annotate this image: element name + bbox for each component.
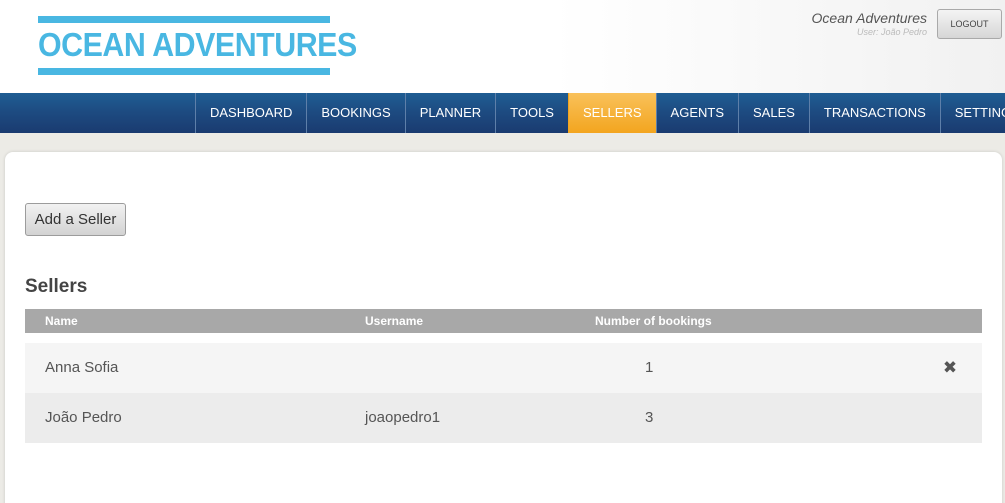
section-title: Sellers	[25, 276, 88, 297]
account-info: Ocean Adventures User: João Pedro	[812, 10, 927, 38]
seller-bookings: 3	[645, 409, 654, 426]
logo-top-bar	[38, 16, 330, 23]
header-username[interactable]: Username	[365, 314, 423, 328]
table-header: Name Username Number of bookings	[25, 309, 982, 333]
nav-planner[interactable]: PLANNER	[404, 93, 495, 133]
nav-sellers[interactable]: SELLERS	[567, 93, 656, 133]
ocean-adventures-logo[interactable]: OCEAN ADVENTURES	[38, 16, 357, 75]
content-panel: Add a Seller Sellers Name Username Numbe…	[5, 152, 1002, 503]
seller-name: João Pedro	[45, 409, 122, 426]
seller-username: joaopedro1	[365, 409, 441, 426]
nav-sales[interactable]: SALES	[738, 93, 809, 133]
header-bookings[interactable]: Number of bookings	[595, 314, 712, 328]
nav-bookings[interactable]: BOOKINGS	[306, 93, 404, 133]
sellers-table: Name Username Number of bookings Anna So…	[25, 309, 982, 443]
add-seller-button[interactable]: Add a Seller	[25, 203, 126, 236]
nav-agents[interactable]: AGENTS	[655, 93, 738, 133]
nav-settings[interactable]: SETTINGS	[939, 93, 1005, 133]
seller-bookings: 1	[645, 359, 654, 376]
logo-bottom-bar	[38, 68, 330, 75]
nav-tools[interactable]: TOOLS	[495, 93, 568, 133]
table-row[interactable]: Anna Sofia 1 ✖	[25, 343, 982, 393]
logo-text: OCEAN ADVENTURES	[38, 26, 357, 63]
company-name: Ocean Adventures	[811, 10, 927, 26]
seller-name: Anna Sofia	[45, 359, 119, 376]
app-header: OCEAN ADVENTURES Ocean Adventures User: …	[0, 0, 1005, 93]
nav-transactions[interactable]: TRANSACTIONS	[808, 93, 940, 133]
table-row[interactable]: João Pedro joaopedro1 3	[25, 393, 982, 443]
header-name[interactable]: Name	[45, 314, 78, 328]
main-nav: DASHBOARD BOOKINGS PLANNER TOOLS SELLERS…	[0, 93, 1005, 133]
delete-icon[interactable]: ✖	[941, 359, 959, 377]
nav-dashboard[interactable]: DASHBOARD	[195, 93, 306, 133]
current-user: User: João Pedro	[856, 27, 927, 37]
logout-button[interactable]: LOGOUT	[937, 9, 1002, 39]
